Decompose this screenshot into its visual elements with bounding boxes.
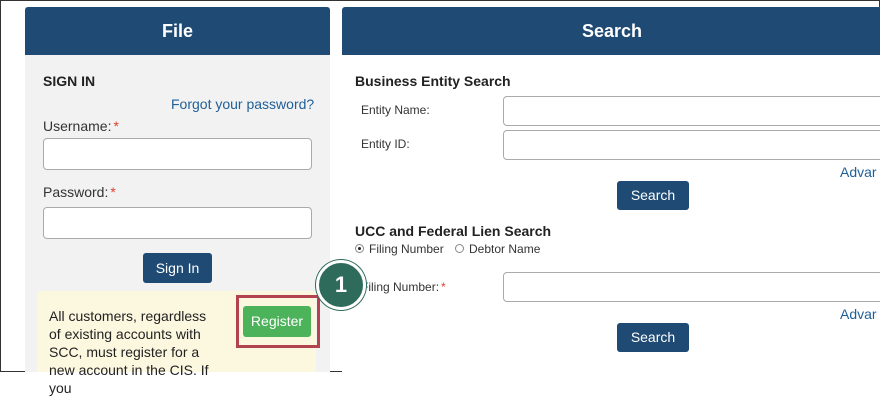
sign-in-button[interactable]: Sign In [143,253,212,283]
filing-number-radio[interactable] [355,244,364,253]
required-mark: * [110,184,116,200]
ucc-heading: UCC and Federal Lien Search [355,223,552,239]
password-input[interactable] [43,207,312,239]
required-mark: * [113,118,119,134]
search-panel: Search [342,7,880,372]
advanced-search-link-2[interactable]: Advar [840,306,877,322]
password-label: Password: * [43,184,116,200]
sign-in-heading: SIGN IN [43,73,96,89]
required-mark: * [441,280,446,294]
filing-number-input[interactable] [503,272,880,302]
entity-id-label: Entity ID: [361,137,410,151]
entity-search-button[interactable]: Search [617,181,689,210]
register-button[interactable]: Register [243,306,311,337]
filing-number-label: Filing Number: * [361,280,446,294]
business-entity-heading: Business Entity Search [355,73,511,89]
search-header: Search [342,7,880,55]
notice-text: All customers, regardless of existing ac… [49,308,209,396]
filing-number-label-text: Filing Number: [361,280,440,294]
password-label-text: Password: [43,184,109,200]
forgot-password-link[interactable]: Forgot your password? [171,96,314,112]
username-label: Username: * [43,118,119,134]
debtor-name-radio[interactable] [455,244,464,253]
ucc-search-button[interactable]: Search [617,323,689,352]
step-number-badge: 1 [316,260,366,310]
entity-name-input[interactable] [503,96,880,126]
file-header: File [25,7,330,55]
filing-number-radio-label: Filing Number [369,242,444,256]
advanced-search-link[interactable]: Advar [840,164,877,180]
entity-id-input[interactable] [503,130,880,160]
username-input[interactable] [43,138,312,170]
username-label-text: Username: [43,118,112,134]
debtor-name-radio-label: Debtor Name [469,242,541,256]
entity-name-label: Entity Name: [361,103,430,117]
